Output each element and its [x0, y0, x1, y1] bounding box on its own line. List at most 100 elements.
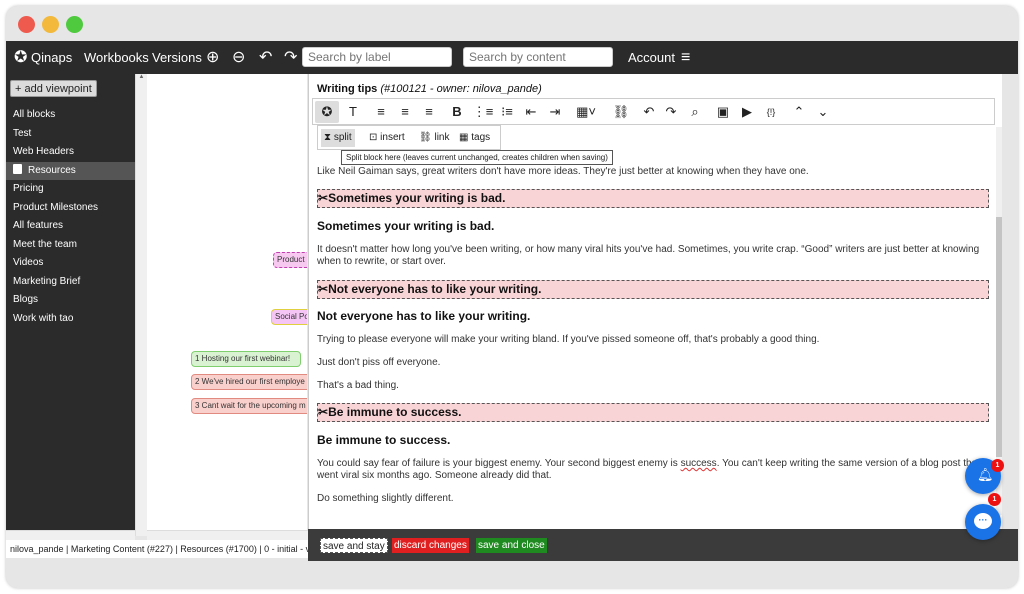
save-and-stay-button[interactable]: save and stay — [320, 538, 388, 553]
link-icon: ⛓ — [419, 132, 432, 143]
insert-button[interactable]: ⊡ insert — [366, 129, 408, 147]
sidebar-horizontal-scrollbar[interactable] — [6, 530, 135, 540]
code-icon[interactable]: {!} — [759, 101, 783, 123]
chat-button[interactable]: ··· — [965, 504, 1001, 540]
paragraph: Do something slightly different. — [317, 493, 454, 504]
split-marker[interactable]: ✂Sometimes your writing is bad. — [317, 189, 989, 208]
split-marker[interactable]: ✂Be immune to success. — [317, 403, 989, 422]
heading: Sometimes your writing is bad. — [317, 219, 495, 233]
maximize-window-button[interactable] — [66, 16, 83, 33]
qinaps-tools-icon[interactable]: ✪ — [315, 101, 339, 123]
sidebar-item-videos[interactable]: Videos — [6, 254, 135, 272]
numbered-list-icon[interactable]: ⋮≡ — [471, 101, 495, 123]
canvas-horizontal-scrollbar[interactable] — [147, 530, 308, 540]
image-icon[interactable]: ▣ — [711, 101, 735, 123]
sidebar-item-product-milestones[interactable]: Product Milestones — [6, 199, 135, 217]
sidebar-item-blogs[interactable]: Blogs — [6, 291, 135, 309]
table-icon[interactable]: ▦˅ — [571, 101, 601, 123]
sidebar-item-all-blocks[interactable]: All blocks — [6, 106, 135, 124]
paragraph: Just don't piss off everyone. — [317, 357, 441, 368]
outdent-icon[interactable]: ⇤ — [519, 101, 543, 123]
qinaps-logo-icon: ✪ — [14, 49, 28, 66]
spellcheck-word: success — [680, 458, 717, 469]
bullet-list-icon[interactable]: ⁝≡ — [495, 101, 519, 123]
canvas-vertical-scrollbar[interactable]: ▲ — [135, 74, 147, 536]
sidebar-item-pricing[interactable]: Pricing — [6, 180, 135, 198]
discard-changes-button[interactable]: discard changes — [392, 538, 469, 553]
bell-icon: 🔔︎ — [977, 467, 994, 482]
canvas-node[interactable]: 3 Cant wait for the upcoming m — [191, 398, 307, 414]
tags-icon: ▦ — [459, 132, 469, 143]
paragraph: Like Neil Gaiman says, great writers don… — [317, 166, 809, 177]
document-icon — [13, 164, 22, 174]
graph-canvas[interactable]: Product M Social Pos 1 Hosting our first… — [147, 74, 307, 536]
sidebar-item-all-features[interactable]: All features — [6, 217, 135, 235]
right-gutter — [1002, 74, 1018, 529]
app-window: ✪ Qinaps Workbooks Versions ⊕ ⊖ ↶ ↷ Acco… — [6, 6, 1018, 588]
insert-label: insert — [380, 132, 405, 143]
minimize-window-button[interactable] — [42, 16, 59, 33]
search-by-content-input[interactable] — [463, 47, 613, 67]
editor-scrollbar-thumb[interactable] — [996, 217, 1002, 457]
indent-icon[interactable]: ⇥ — [543, 101, 567, 123]
account-menu[interactable]: Account — [628, 41, 675, 74]
bold-icon[interactable]: B — [445, 101, 469, 123]
undo-icon[interactable]: ↶ — [259, 41, 272, 74]
canvas-node[interactable]: Product M — [273, 252, 307, 268]
text-style-icon[interactable]: T — [341, 101, 365, 123]
paragraph: It doesn't matter how long you've been w… — [317, 244, 980, 267]
split-marker[interactable]: ✂Not everyone has to like your writing. — [317, 280, 989, 299]
sidebar-item-test[interactable]: Test — [6, 125, 135, 143]
paragraph-text: You could say fear of failure is your bi… — [317, 458, 681, 469]
zoom-in-icon[interactable]: ⊕ — [206, 41, 219, 74]
zoom-out-icon[interactable]: ⊖ — [232, 41, 245, 74]
hamburger-menu-icon[interactable]: ≡ — [681, 41, 690, 74]
close-window-button[interactable] — [18, 16, 35, 33]
chevron-up-icon[interactable]: ⌃ — [787, 101, 811, 123]
formatting-toolbar: ✪ T ≡ ≡ ≡ B ⋮≡ ⁝≡ ⇤ ⇥ ▦˅ ⛓ ↶ ↷ ⌕ ▣ ▶ {!}… — [312, 98, 995, 125]
brand-name: Qinaps — [31, 50, 73, 65]
viewpoint-sidebar: + add viewpoint All blocks Test Web Head… — [6, 74, 135, 536]
workbooks-menu[interactable]: Workbooks — [84, 41, 149, 74]
canvas-node[interactable]: 2 We've hired our first employe — [191, 374, 307, 390]
split-icon: ⧗ — [324, 132, 332, 143]
search-icon[interactable]: ⌕ — [683, 101, 707, 123]
canvas-node[interactable]: 1 Hosting our first webinar! — [191, 351, 301, 367]
split-button[interactable]: ⧗ split — [321, 129, 355, 147]
align-center-icon[interactable]: ≡ — [393, 101, 417, 123]
search-by-label-input[interactable] — [302, 47, 452, 67]
tags-button[interactable]: ▦ tags — [456, 129, 493, 147]
brand-logo[interactable]: ✪ Qinaps — [14, 41, 72, 74]
split-marker-label: Not everyone has to like your writing. — [328, 282, 542, 296]
sidebar-item-web-headers[interactable]: Web Headers — [6, 143, 135, 161]
save-and-close-button[interactable]: save and close — [476, 538, 547, 553]
align-right-icon[interactable]: ≡ — [417, 101, 441, 123]
chevron-down-icon[interactable]: ⌄ — [811, 101, 835, 123]
align-left-icon[interactable]: ≡ — [369, 101, 393, 123]
block-title: Writing tips — [317, 83, 378, 95]
sidebar-item-label: Resources — [28, 165, 76, 176]
scissors-icon: ✂ — [318, 405, 329, 419]
media-icon[interactable]: ▶ — [735, 101, 759, 123]
versions-menu[interactable]: Versions — [152, 41, 202, 74]
chat-badge: 1 — [988, 493, 1001, 506]
editor-title: Writing tips (#100121 - owner: nilova_pa… — [317, 83, 542, 95]
block-meta: (#100121 - owner: nilova_pande) — [380, 83, 542, 95]
sidebar-item-resources[interactable]: Resources — [6, 162, 135, 180]
redo-icon[interactable]: ↷ — [659, 101, 683, 123]
editor-scrollbar[interactable] — [996, 127, 1002, 515]
qinaps-tools-toolbar: ⧗ split ⊡ insert ⛓ link ▦ tags — [317, 125, 501, 150]
undo-icon[interactable]: ↶ — [637, 101, 661, 123]
heading: Be immune to success. — [317, 433, 451, 447]
link-button[interactable]: ⛓ link — [416, 129, 453, 147]
sidebar-item-work-with-tao[interactable]: Work with tao — [6, 310, 135, 328]
canvas-node[interactable]: Social Pos — [271, 309, 307, 325]
add-viewpoint-button[interactable]: + add viewpoint — [10, 80, 97, 97]
link-icon[interactable]: ⛓ — [609, 101, 633, 123]
sidebar-item-marketing-brief[interactable]: Marketing Brief — [6, 273, 135, 291]
redo-icon[interactable]: ↷ — [284, 41, 297, 74]
chat-icon: ··· — [974, 513, 992, 529]
sidebar-item-meet-the-team[interactable]: Meet the team — [6, 236, 135, 254]
paragraph: You could say fear of failure is your bi… — [317, 458, 989, 482]
paragraph: That's a bad thing. — [317, 380, 399, 391]
